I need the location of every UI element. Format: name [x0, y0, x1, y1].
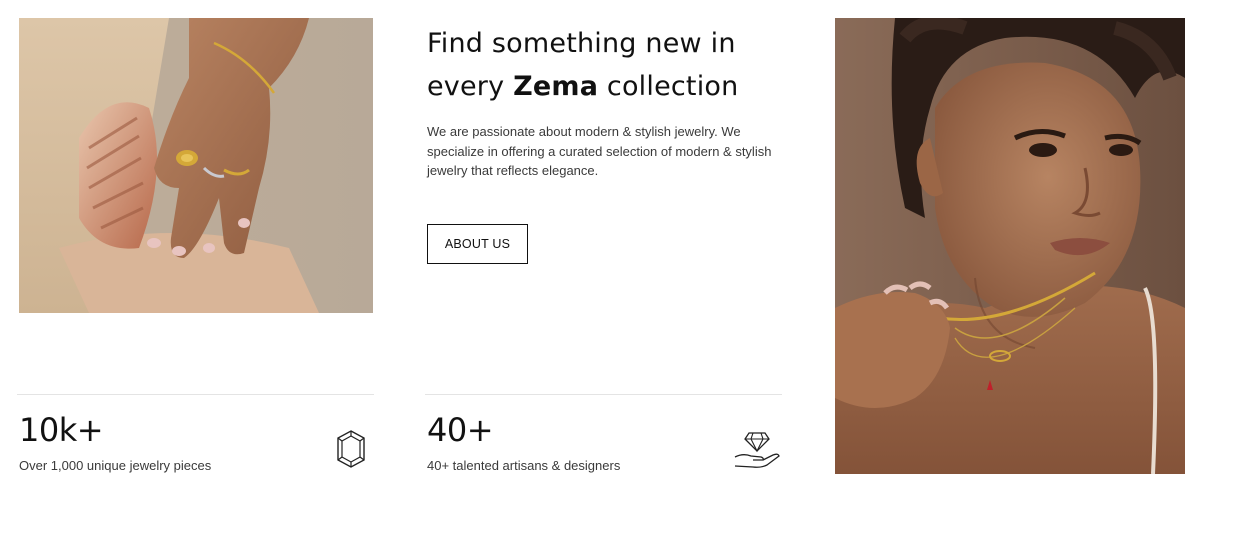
headline-brand: Zema: [513, 71, 599, 102]
stat-value: 40+: [427, 411, 494, 449]
hero-intro: We are passionate about modern & stylish…: [427, 124, 772, 178]
stat-description: 40+ talented artisans & designers: [427, 458, 621, 473]
about-us-button[interactable]: ABOUT US: [427, 224, 528, 264]
stat-value: 10k+: [19, 411, 104, 449]
stat-description: Over 1,000 unique jewelry pieces: [19, 458, 212, 473]
gemstone-icon: [335, 429, 367, 469]
hero-headline: Find something new in every Zema collect…: [427, 22, 787, 108]
hand-diamond-icon: [733, 429, 781, 471]
stat-artisans: 40+ 40+ talented artisans & designers: [425, 394, 782, 484]
woman-with-necklace-photo: [835, 18, 1185, 474]
stat-unique-pieces: 10k+ Over 1,000 unique jewelry pieces: [17, 394, 374, 484]
headline-text-end: collection: [598, 71, 739, 102]
hand-with-rings-photo: [19, 18, 373, 313]
